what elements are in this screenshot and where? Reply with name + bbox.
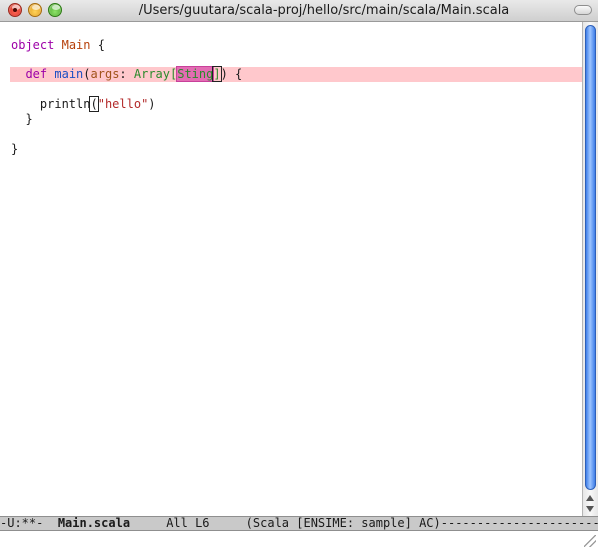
minibuffer[interactable] — [0, 531, 598, 549]
keyword-def: def — [25, 67, 48, 81]
code-line-5: } — [11, 141, 18, 157]
emacs-window: /Users/guutara/scala-proj/hello/src/main… — [0, 0, 598, 549]
window-title: /Users/guutara/scala-proj/hello/src/main… — [138, 3, 510, 18]
modeline-buffer-name[interactable]: Main.scala — [58, 517, 130, 530]
colon: : — [119, 67, 134, 81]
println-call: println — [39, 97, 91, 111]
paren-match: ( — [89, 96, 99, 112]
scrollbar-thumb[interactable] — [585, 25, 596, 490]
code-line-4: } — [11, 111, 33, 127]
modeline-modes[interactable]: (Scala [ENSIME: sample] AC) — [246, 517, 441, 530]
toolbar-toggle-button[interactable] — [574, 5, 592, 15]
code-line-3: println("hello") — [11, 96, 156, 112]
modeline-position: All L6 — [166, 516, 210, 530]
modeline-status: -U:**- — [0, 516, 44, 530]
scroll-down-arrow-icon[interactable] — [586, 506, 594, 512]
close-brace-outer: } — [11, 142, 19, 156]
modeline-fill: ----------------------------------------… — [440, 516, 598, 530]
editor-area[interactable]: object Main { def main(args: Array[Sting… — [0, 22, 582, 516]
cursor: ] — [212, 66, 222, 82]
close-brace-inner: } — [25, 112, 33, 126]
resize-grip-icon[interactable] — [584, 535, 596, 547]
close-paren-brace: ) { — [220, 67, 243, 81]
mode-line: -U:**- Main.scala All L6 (Scala [ENSIME:… — [0, 516, 598, 531]
error-type-highlight[interactable]: Sting — [176, 66, 215, 82]
vertical-scrollbar[interactable] — [582, 22, 598, 516]
unsaved-dot-icon — [13, 8, 17, 12]
code-line-1: object Main { — [11, 37, 105, 53]
minimize-button-icon[interactable] — [28, 3, 42, 17]
close-button-icon[interactable] — [8, 3, 22, 17]
close-paren: ) — [148, 97, 156, 111]
title-bar[interactable]: /Users/guutara/scala-proj/hello/src/main… — [0, 0, 598, 22]
scroll-up-arrow-icon[interactable] — [586, 495, 594, 501]
param-name: args — [90, 67, 120, 81]
string-literal: "hello" — [97, 97, 149, 111]
param-type: Array — [133, 67, 170, 81]
function-name: main — [54, 67, 84, 81]
keyword-object: object — [11, 38, 55, 52]
zoom-button-icon[interactable] — [48, 3, 62, 17]
open-brace: { — [90, 38, 105, 52]
code-line-2: def main(args: Array[Sting]) { — [11, 66, 242, 82]
open-paren: ( — [83, 67, 91, 81]
object-name: Main — [61, 38, 91, 52]
